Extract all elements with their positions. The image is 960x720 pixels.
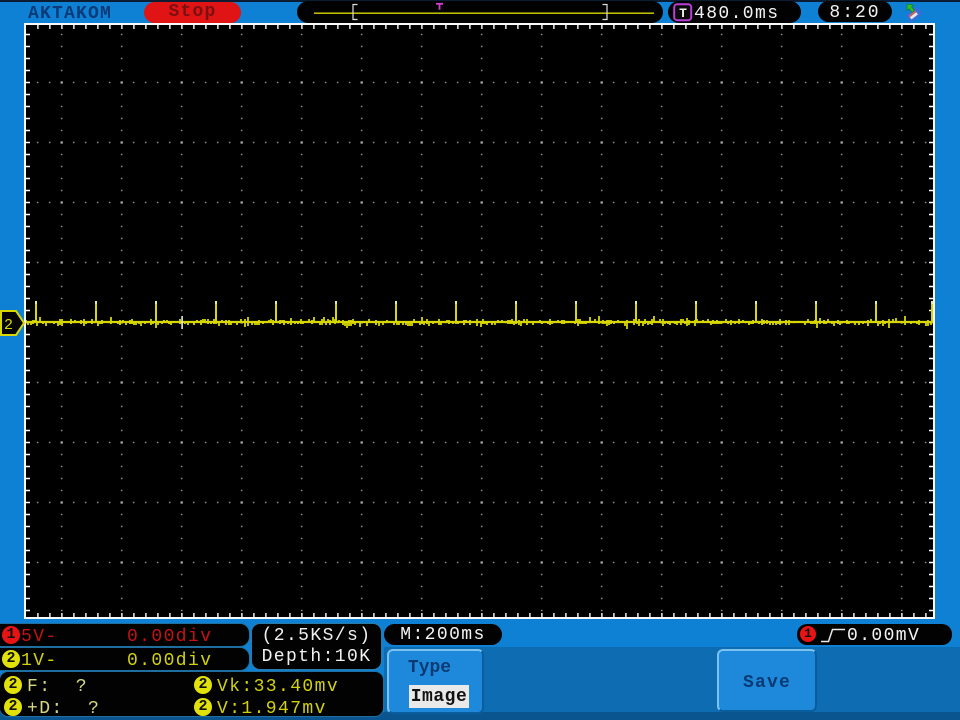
svg-text:2: 2 — [4, 317, 13, 334]
svg-text:T: T — [679, 6, 687, 21]
